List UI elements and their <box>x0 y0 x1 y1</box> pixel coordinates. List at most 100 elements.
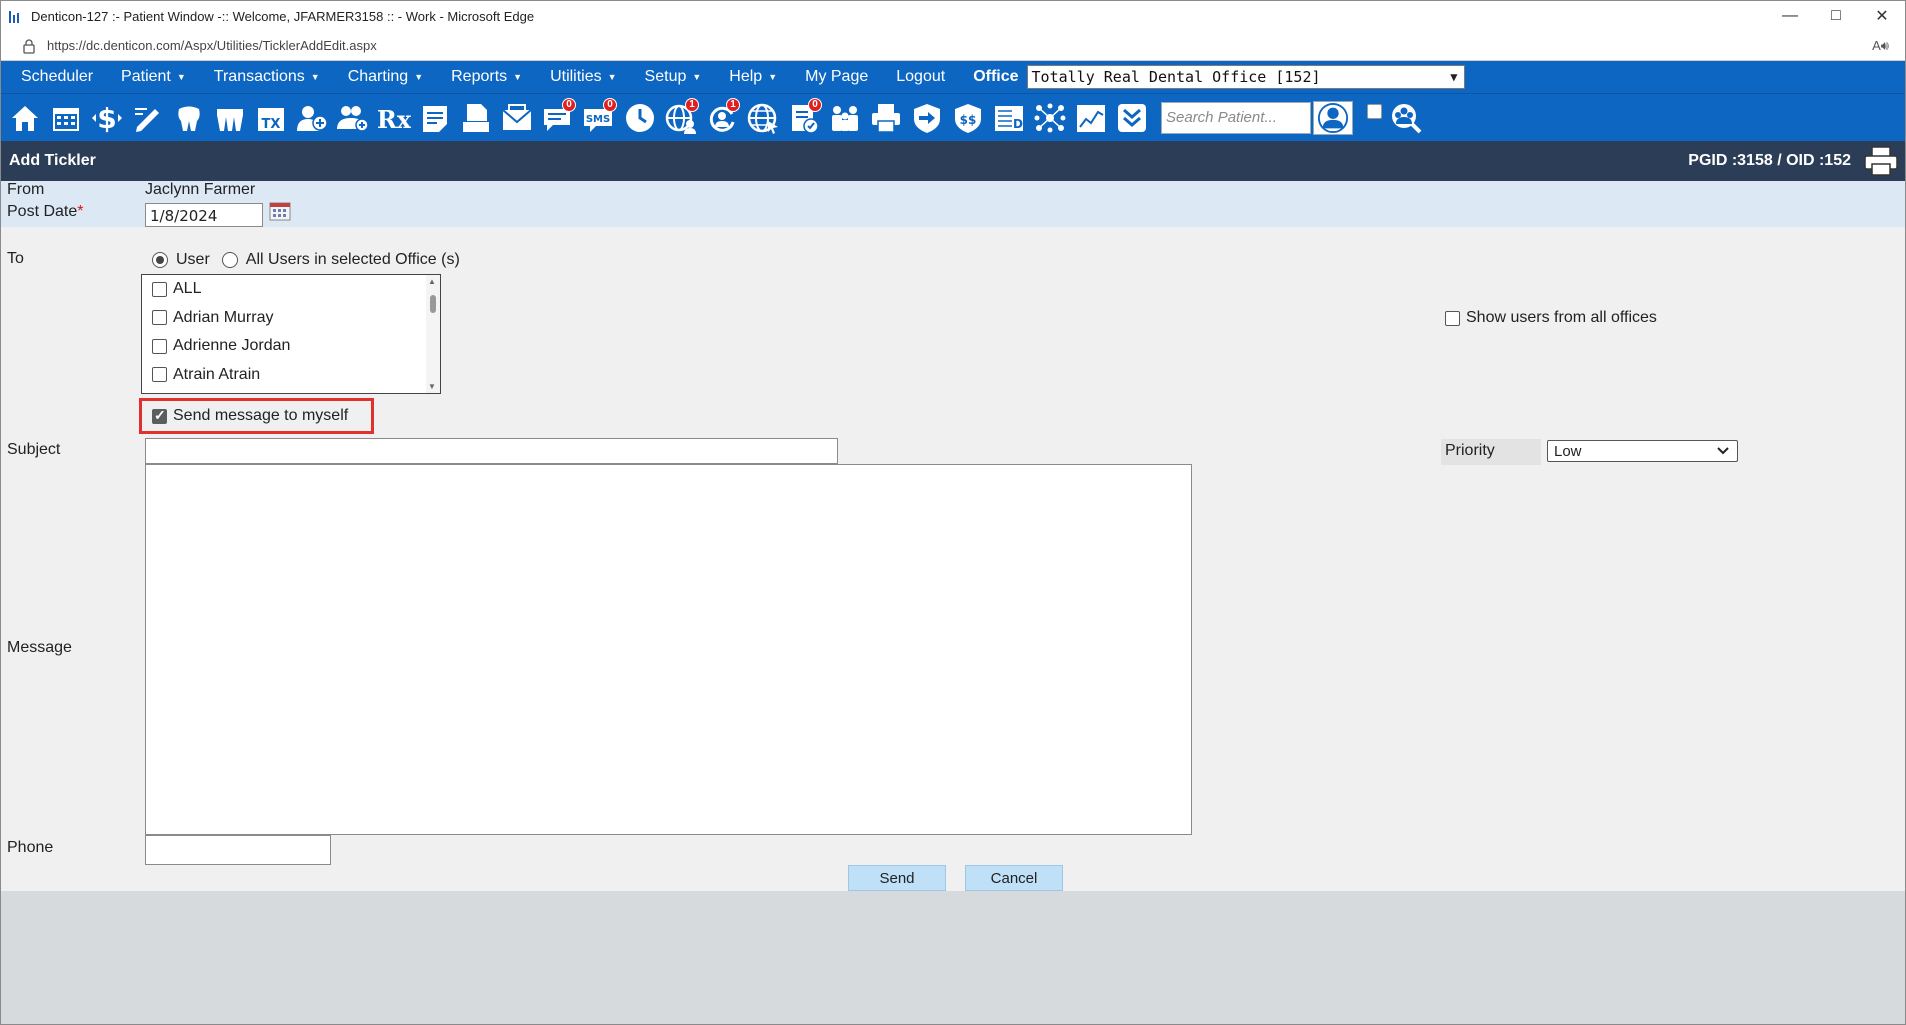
scroll-down-icon[interactable]: ▼ <box>428 382 436 391</box>
tx-icon[interactable]: TX <box>253 98 289 138</box>
close-button[interactable]: ✕ <box>1859 1 1905 31</box>
url-field[interactable]: https://dc.denticon.com/Aspx/Utilities/T… <box>47 38 1872 53</box>
web-icon[interactable] <box>745 98 781 138</box>
pencil-icon[interactable] <box>130 98 166 138</box>
priority-select[interactable]: Low <box>1547 440 1738 462</box>
calendar-icon[interactable] <box>48 98 84 138</box>
home-icon[interactable] <box>7 98 43 138</box>
insurance-icon[interactable]: $$ <box>950 98 986 138</box>
mail-icon[interactable] <box>499 98 535 138</box>
message-textarea[interactable] <box>145 464 1192 835</box>
minimize-button[interactable]: — <box>1767 1 1813 31</box>
list-item[interactable]: Adrienne Jordan <box>142 332 440 361</box>
teeth-icon[interactable] <box>212 98 248 138</box>
ledger-icon[interactable]: D <box>991 98 1027 138</box>
scroll-thumb[interactable] <box>430 295 436 313</box>
post-date-input[interactable]: 1/8/2024 <box>145 203 263 227</box>
document-icon[interactable] <box>458 98 494 138</box>
caret-down-icon: ▼ <box>176 72 186 82</box>
rx-icon[interactable]: Rx <box>376 98 412 138</box>
menu-patient[interactable]: Patient ▼ <box>107 61 200 93</box>
clock-icon[interactable] <box>622 98 658 138</box>
group-search-icon[interactable] <box>1388 98 1424 138</box>
dollar-icon[interactable]: $ <box>89 98 125 138</box>
address-bar: https://dc.denticon.com/Aspx/Utilities/T… <box>1 31 1905 61</box>
phone-input[interactable] <box>145 835 331 865</box>
user-checkbox[interactable] <box>152 310 167 326</box>
svg-text:Rx: Rx <box>377 105 411 134</box>
user-list[interactable]: ALL Adrian Murray Adrienne Jordan Atrain… <box>141 274 441 394</box>
user-checkbox[interactable] <box>152 281 167 297</box>
caret-down-icon: ▼ <box>310 72 320 82</box>
cancel-button[interactable]: Cancel <box>965 865 1063 891</box>
subject-label: Subject <box>7 441 61 458</box>
post-date-label: Post Date* <box>7 203 84 221</box>
doc-check-icon[interactable]: 0 <box>786 97 822 138</box>
list-item[interactable]: Atrain Atrain <box>142 361 440 390</box>
menu-my-page[interactable]: My Page <box>791 61 882 93</box>
calendar-picker-icon[interactable] <box>269 201 291 221</box>
subject-input[interactable] <box>145 438 838 464</box>
menu-utilities[interactable]: Utilities ▼ <box>536 61 630 93</box>
tooth-icon[interactable] <box>171 98 207 138</box>
maximize-button[interactable]: □ <box>1813 1 1859 31</box>
show-all-offices[interactable]: Show users from all offices <box>1445 309 1657 327</box>
page-title: Add Tickler <box>9 152 96 169</box>
send-to-self-highlight[interactable]: Send message to myself <box>139 398 374 434</box>
office-select-value: Totally Real Dental Office [152] <box>1031 68 1321 86</box>
menu-scheduler[interactable]: Scheduler <box>1 61 107 93</box>
icon-toolbar: $ TX Rx 0 SMS 0 1 1 0 $$ D Search Patient… <box>1 93 1905 141</box>
caret-down-icon: ▼ <box>607 72 617 82</box>
main-menu: Scheduler Patient ▼ Transactions ▼ Chartin… <box>1 61 1905 93</box>
read-aloud-icon[interactable]: A🔊︎ <box>1872 38 1889 54</box>
menu-transactions[interactable]: Transactions ▼ <box>200 61 334 93</box>
menu-charting[interactable]: Charting ▼ <box>334 61 437 93</box>
print-icon[interactable] <box>1863 145 1899 177</box>
search-placeholder: Search Patient... <box>1166 109 1277 126</box>
toolbar-checkbox[interactable] <box>1367 104 1382 119</box>
network-icon[interactable] <box>1032 98 1068 138</box>
list-item[interactable]: ALL <box>142 275 440 304</box>
menu-setup[interactable]: Setup ▼ <box>631 61 716 93</box>
chevron-down-icon: ▼ <box>1450 70 1458 84</box>
show-all-offices-checkbox[interactable] <box>1445 310 1460 326</box>
office-select[interactable]: Totally Real Dental Office [152] ▼ <box>1026 65 1465 89</box>
user-checkbox[interactable] <box>152 338 167 354</box>
menu-label: Charting <box>347 68 409 85</box>
radio-all-users[interactable] <box>221 252 238 268</box>
send-button[interactable]: Send <box>848 865 946 891</box>
title-bar: Denticon-127 :- Patient Window -:: Welco… <box>1 1 1905 31</box>
user-name: Adrian Murray <box>173 308 274 326</box>
list-scrollbar[interactable]: ▲ ▼ <box>426 275 440 393</box>
arrow-right-icon[interactable] <box>909 98 945 138</box>
chat-badge: 0 <box>562 97 576 112</box>
list-item[interactable]: Adrian Murray <box>142 304 440 333</box>
printer-icon[interactable] <box>868 98 904 138</box>
required-mark: * <box>77 203 84 220</box>
user-checkbox[interactable] <box>152 367 167 383</box>
scroll-up-icon[interactable]: ▲ <box>428 277 436 286</box>
add-family-icon[interactable] <box>335 98 371 138</box>
chart-icon[interactable] <box>1073 98 1109 138</box>
menu-label: Utilities <box>550 68 602 85</box>
patient-search-input[interactable]: Search Patient... <box>1161 101 1311 134</box>
download-icon[interactable] <box>1114 98 1150 138</box>
menu-help[interactable]: Help ▼ <box>715 61 791 93</box>
chat-icon[interactable]: 0 <box>540 97 576 138</box>
add-patient-icon[interactable] <box>294 98 330 138</box>
send-to-self-checkbox[interactable] <box>152 407 167 424</box>
from-label: From <box>7 181 45 198</box>
notes-icon[interactable] <box>417 98 453 138</box>
family-icon[interactable] <box>827 98 863 138</box>
menu-reports[interactable]: Reports ▼ <box>437 61 536 93</box>
caret-down-icon: ▼ <box>513 72 523 82</box>
sms-icon[interactable]: SMS 0 <box>581 97 617 138</box>
menu-logout[interactable]: Logout <box>882 61 959 93</box>
globe-users-icon[interactable]: 1 <box>663 97 699 138</box>
recipient-type-group: User All Users in selected Office (s) <box>152 251 460 269</box>
menu-label: Transactions <box>213 68 305 85</box>
svg-text:$: $ <box>97 102 116 135</box>
sync-icon[interactable]: 1 <box>704 97 740 138</box>
radio-user[interactable] <box>152 252 168 268</box>
patient-search-icon[interactable] <box>1313 100 1353 135</box>
